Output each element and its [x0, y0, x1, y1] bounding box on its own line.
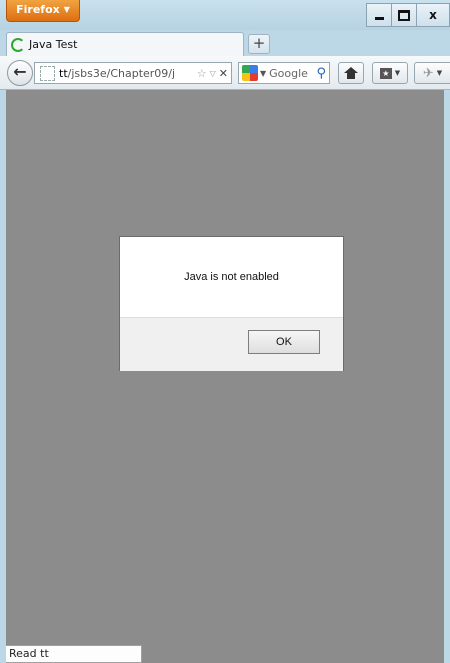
- minimize-button[interactable]: [366, 3, 392, 27]
- back-arrow-icon: ←: [13, 62, 27, 81]
- window-border-right: [444, 90, 450, 663]
- url-bar[interactable]: tt/jsbs3e/Chapter09/j ☆ ▽ ✕: [34, 62, 232, 84]
- chevron-down-icon[interactable]: ▼: [260, 69, 266, 78]
- bookmarks-icon: ★: [379, 67, 392, 79]
- window-controls: x: [366, 3, 450, 27]
- site-identity-icon[interactable]: [40, 65, 55, 81]
- firefox-menu-label: Firefox: [16, 3, 60, 16]
- ok-button[interactable]: OK: [248, 330, 320, 354]
- home-icon: [344, 67, 358, 79]
- dialog-message: Java is not enabled: [184, 271, 279, 283]
- firefox-menu-button[interactable]: Firefox ▼: [6, 0, 80, 22]
- addon-icon: ✈: [422, 65, 434, 81]
- page-content: Java is not enabled OK: [6, 90, 444, 645]
- new-tab-button[interactable]: +: [248, 34, 270, 54]
- tab-java-test[interactable]: Java Test: [6, 32, 244, 56]
- maximize-icon: [398, 9, 410, 21]
- url-path: /jsbs3e/Chapter09/j: [67, 66, 176, 80]
- maximize-button[interactable]: [391, 3, 417, 27]
- bookmark-star-icon[interactable]: ☆: [197, 67, 207, 80]
- title-bar: Firefox ▼ x: [0, 0, 450, 30]
- addon-button[interactable]: ✈ ▼: [414, 62, 450, 84]
- stop-icon[interactable]: ✕: [219, 67, 228, 80]
- minimize-icon: [374, 16, 384, 20]
- dialog-footer: OK: [120, 317, 343, 371]
- chevron-down-icon: ▼: [436, 69, 443, 77]
- dropdown-icon[interactable]: ▽: [210, 69, 216, 78]
- google-icon[interactable]: [242, 65, 258, 81]
- close-button[interactable]: x: [416, 3, 450, 27]
- url-host: tt: [59, 66, 68, 80]
- search-icon[interactable]: ⚲: [316, 66, 326, 81]
- home-button[interactable]: [338, 62, 364, 84]
- bookmarks-button[interactable]: ★ ▼: [372, 62, 408, 84]
- search-engine-label: Google: [269, 66, 308, 80]
- url-text[interactable]: tt/jsbs3e/Chapter09/j: [59, 67, 197, 80]
- status-bar: Read tt: [6, 645, 444, 663]
- loading-spinner-icon: [11, 37, 25, 52]
- back-button[interactable]: ←: [7, 60, 33, 86]
- search-bar[interactable]: ▼ Google ⚲: [238, 62, 330, 84]
- chevron-down-icon: ▼: [63, 5, 70, 14]
- chevron-down-icon: ▼: [394, 69, 401, 77]
- tab-label: Java Test: [29, 38, 78, 51]
- close-icon: x: [429, 8, 437, 22]
- alert-dialog: Java is not enabled OK: [119, 236, 344, 371]
- status-text: Read tt: [6, 645, 142, 663]
- url-actions: ☆ ▽ ✕: [197, 67, 231, 80]
- navigation-toolbar: ← tt/jsbs3e/Chapter09/j ☆ ▽ ✕ ▼ Google ⚲…: [0, 56, 450, 90]
